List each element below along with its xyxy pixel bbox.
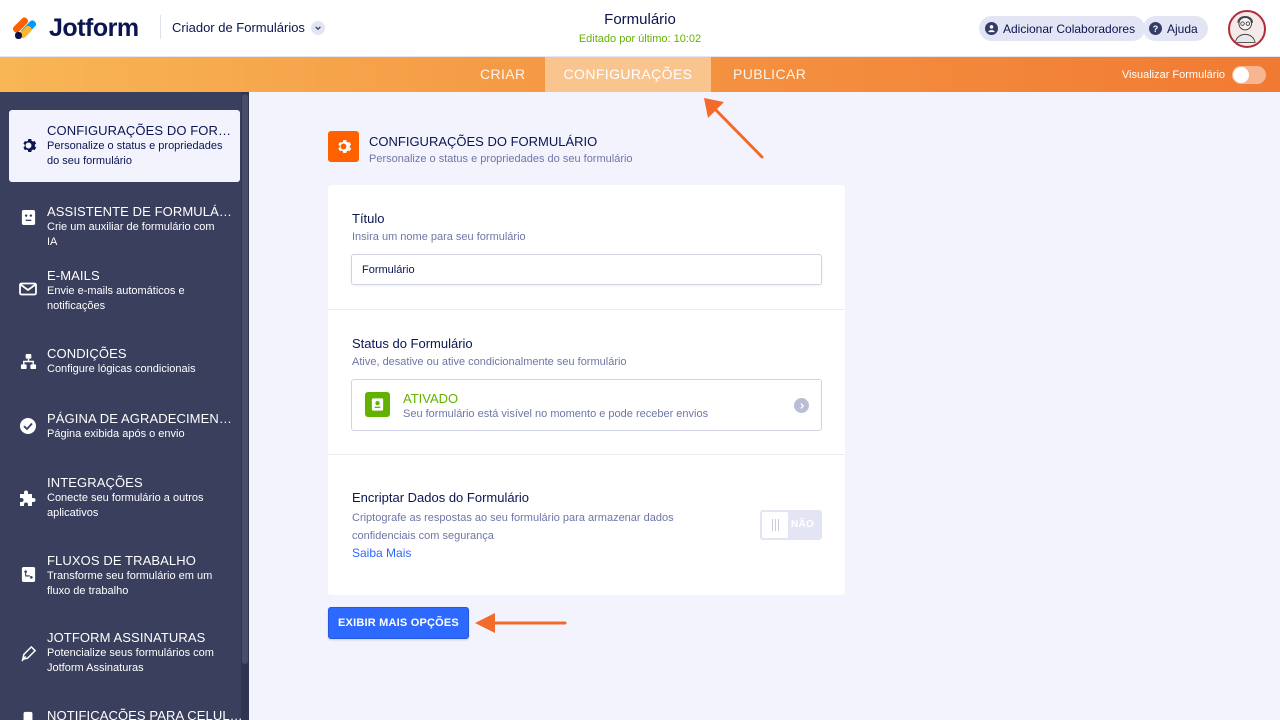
top-header: Jotform Criador de Formulários Formulári… [0, 0, 1280, 57]
settings-card: Título Insira um nome para seu formulári… [328, 185, 845, 595]
question-icon: ? [1149, 22, 1162, 35]
help-label: Ajuda [1167, 21, 1198, 36]
envelope-icon [19, 280, 37, 298]
encrypt-label: Encriptar Dados do Formulário [352, 490, 530, 505]
tab-settings[interactable]: CONFIGURAÇÕES [545, 57, 711, 92]
form-title-input[interactable] [351, 254, 822, 285]
avatar[interactable] [1228, 10, 1266, 48]
builder-switch-label: Criador de Formulários [172, 20, 305, 35]
title-label: Título [352, 211, 385, 226]
sidebar-item-thank-you-page[interactable]: PÁGINA DE AGRADECIMENTO Página exibida a… [9, 411, 240, 451]
toggle-state-label: NÃO [791, 519, 815, 530]
user-icon [985, 22, 998, 35]
toggle-knob [762, 512, 788, 538]
status-value: ATIVADO [403, 391, 459, 406]
gear-icon [19, 136, 37, 154]
hierarchy-icon [19, 352, 37, 370]
sidebar-scrollbar-thumb[interactable] [242, 94, 248, 664]
mobile-icon [19, 710, 37, 720]
sidebar-item-jotform-sign[interactable]: JOTFORM ASSINATURAS Potencialize seus fo… [9, 630, 240, 680]
sidebar-item-title: ASSISTENTE DE FORMULÁRI... [47, 204, 235, 219]
sidebar-item-emails[interactable]: E-MAILS Envie e-mails automáticos e noti… [9, 268, 240, 318]
form-status-selector[interactable]: ATIVADO Seu formulário está visível no m… [351, 379, 822, 431]
section-title: CONFIGURAÇÕES DO FORMULÁRIO [369, 134, 598, 149]
encrypt-desc: Criptografe as respostas ao seu formulár… [352, 512, 674, 542]
sidebar-item-desc: Envie e-mails automáticos e notificações [47, 285, 185, 312]
sidebar-item-mobile-notifications[interactable]: NOTIFICAÇÕES PARA CELULAR [9, 708, 247, 720]
form-title[interactable]: Formulário [540, 11, 740, 28]
builder-switch-dropdown[interactable]: Criador de Formulários [172, 20, 325, 35]
preview-form: Visualizar Formulário [1122, 66, 1266, 84]
header-divider [160, 15, 161, 39]
section-desc: Personalize o status e propriedades do s… [369, 153, 633, 165]
section-header: CONFIGURAÇÕES DO FORMULÁRIO Personalize … [328, 131, 633, 165]
check-circle-icon [19, 417, 37, 435]
sidebar-item-conditions[interactable]: CONDIÇÕES Configure lógicas condicionais [9, 346, 240, 386]
sidebar-item-desc: Personalize o status e propriedades do s… [47, 140, 223, 167]
tab-publish[interactable]: PUBLICAR [733, 57, 806, 92]
ai-agent-icon [19, 208, 37, 226]
encrypt-toggle[interactable]: NÃO [760, 510, 822, 540]
sidebar-item-desc: Página exibida após o envio [47, 428, 185, 440]
preview-form-label: Visualizar Formulário [1121, 69, 1225, 81]
preview-form-toggle[interactable] [1232, 66, 1266, 84]
builder-nav: CRIAR CONFIGURAÇÕES PUBLICAR Visualizar … [0, 57, 1280, 92]
learn-more-link[interactable]: Saiba Mais [352, 546, 411, 560]
sidebar-item-form-settings[interactable]: CONFIGURAÇÕES DO FORM... Personalize o s… [9, 110, 240, 182]
last-edited-status: Editado por último: 10:02 [578, 33, 702, 45]
title-desc: Insira um nome para seu formulário [352, 231, 526, 243]
sidebar-item-desc: Conecte seu formulário a outros aplicati… [47, 492, 204, 519]
sidebar-item-title: NOTIFICAÇÕES PARA CELULAR [47, 708, 247, 720]
sidebar-item-desc: Configure lógicas condicionais [47, 363, 196, 375]
sidebar-item-workflows[interactable]: FLUXOS DE TRABALHO Transforme seu formul… [9, 553, 240, 603]
gear-icon [328, 131, 359, 162]
status-value-desc: Seu formulário está visível no momento e… [403, 408, 709, 420]
sidebar-item-title: CONFIGURAÇÕES DO FORM... [47, 123, 235, 138]
sidebar-item-desc: Crie um auxiliar de formulário com IA [47, 221, 215, 248]
status-label: Status do Formulário [352, 336, 473, 351]
sidebar-item-title: E-MAILS [47, 268, 100, 283]
annotation-arrow-icon [704, 98, 764, 159]
sidebar-item-desc: Transforme seu formulário em um fluxo de… [47, 570, 213, 597]
sidebar-item-desc: Potencialize seus formulários com Jotfor… [47, 647, 214, 674]
form-title-block: Formulário Editado por último: 10:02 [540, 11, 740, 45]
chevron-down-icon [310, 20, 325, 35]
sidebar-item-form-assistant[interactable]: ASSISTENTE DE FORMULÁRI... Crie um auxil… [9, 204, 240, 254]
sidebar-scrollbar[interactable] [241, 92, 249, 720]
annotation-arrow-icon [475, 613, 567, 633]
workflow-icon [19, 565, 37, 583]
title-section: Título Insira um nome para seu formulári… [328, 185, 845, 310]
logo-text: Jotform [49, 13, 139, 42]
sidebar-item-integrations[interactable]: INTEGRAÇÕES Conecte seu formulário a out… [9, 475, 240, 525]
sidebar-item-title: JOTFORM ASSINATURAS [47, 630, 206, 645]
pen-nib-icon [19, 644, 37, 662]
sidebar-item-title: PÁGINA DE AGRADECIMENTO [47, 411, 235, 426]
sidebar-item-title: INTEGRAÇÕES [47, 475, 143, 490]
chevron-right-icon [794, 398, 809, 413]
add-collaborators-label: Adicionar Colaboradores [1003, 21, 1136, 36]
form-enabled-icon [365, 392, 390, 417]
show-more-options-button[interactable]: EXIBIR MAIS OPÇÕES [328, 607, 469, 639]
status-desc: Ative, desative ou ative condicionalment… [352, 356, 627, 368]
jotform-logo[interactable]: Jotform [11, 13, 139, 42]
jotform-logo-icon [11, 16, 39, 40]
help-button[interactable]: ? Ajuda [1143, 16, 1208, 41]
tab-create[interactable]: CRIAR [480, 57, 525, 92]
sidebar-item-title: CONDIÇÕES [47, 346, 127, 361]
add-collaborators-button[interactable]: Adicionar Colaboradores [979, 16, 1146, 41]
puzzle-icon [19, 489, 37, 507]
settings-sidebar: CONFIGURAÇÕES DO FORM... Personalize o s… [0, 92, 249, 720]
sidebar-item-title: FLUXOS DE TRABALHO [47, 553, 196, 568]
